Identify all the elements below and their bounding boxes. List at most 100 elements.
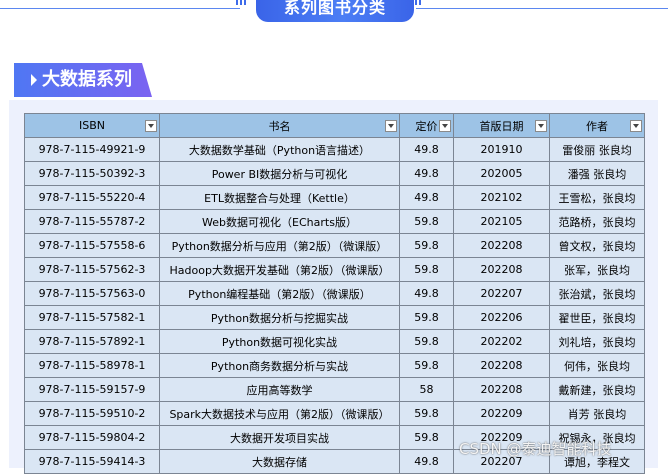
cell-price: 58 (399, 377, 454, 402)
cell-price: 59.8 (399, 401, 454, 426)
cell-price: 59.8 (399, 329, 454, 354)
cell-author: 张治斌，张良均 (549, 281, 645, 306)
cell-title: 大数据数学基础（Python语言描述） (159, 137, 400, 162)
cell-author: 王雪松，张良均 (549, 185, 645, 210)
cell-price: 49.8 (399, 137, 454, 162)
cell-author: 范路桥，张良均 (549, 209, 645, 234)
filter-dropdown-icon[interactable] (385, 120, 397, 132)
cell-title: ETL数据整合与处理（Kettle） (159, 185, 400, 210)
cell-title: 应用高等数学 (159, 377, 400, 402)
cell-author: 曾文权，张良均 (549, 233, 645, 258)
table-row: 978-7-115-55220-4 ETL数据整合与处理（Kettle） 49.8 2… (24, 185, 645, 210)
cell-title: Python编程基础（第2版）（微课版） (159, 281, 400, 306)
cell-price: 49.8 (399, 281, 454, 306)
cell-price: 59.8 (399, 257, 454, 282)
cell-price: 59.8 (399, 305, 454, 330)
cell-title: Python商务数据分析与实战 (159, 353, 400, 378)
cell-title: Hadoop大数据开发基础（第2版）（微课版） (159, 257, 400, 282)
cell-title: Python数据分析与应用（第2版）（微课版） (159, 233, 400, 258)
cell-title: Python数据分析与挖掘实战 (159, 305, 400, 330)
triangle-right-icon (31, 74, 37, 86)
cell-price: 59.8 (399, 353, 454, 378)
cell-title: Power BI数据分析与可视化 (159, 161, 400, 186)
section-title: 大数据系列 (42, 69, 132, 90)
cell-price: 49.8 (399, 185, 454, 210)
cell-isbn: 978-7-115-57892-1 (24, 329, 160, 354)
cell-isbn: 978-7-115-59804-2 (24, 425, 160, 450)
cell-author: 翟世臣，张良均 (549, 305, 645, 330)
series-category-banner: 系列图书分类 (256, 0, 414, 22)
table-row: 978-7-115-55787-2 Web数据可视化（ECharts版） 59.8 2… (24, 209, 645, 234)
column-header-label: 书名 (268, 119, 291, 133)
cell-author: 潘强 张良均 (549, 161, 645, 186)
column-header-title: 书名 (159, 113, 400, 138)
table-row: 978-7-115-57562-3 Hadoop大数据开发基础（第2版）（微课版）… (24, 257, 645, 282)
cell-first-edition-date: 201910 (453, 137, 550, 162)
cell-first-edition-date: 202208 (453, 257, 550, 282)
table-header-row: ISBN 书名 定价 首版日期 作者 (24, 113, 645, 138)
cell-first-edition-date: 202206 (453, 305, 550, 330)
cell-price: 59.8 (399, 425, 454, 450)
book-table: ISBN 书名 定价 首版日期 作者 978-7-115-49921-9 大数据数学基础（… (24, 113, 645, 474)
filter-dropdown-icon[interactable] (630, 120, 642, 132)
cell-title: Web数据可视化（ECharts版） (159, 209, 400, 234)
cell-first-edition-date: 202202 (453, 329, 550, 354)
banner-dots-left (236, 0, 250, 6)
table-row: 978-7-115-49921-9 大数据数学基础（Python语言描述） 49.8… (24, 137, 645, 162)
column-header-isbn: ISBN (24, 113, 160, 138)
table-row: 978-7-115-50392-3 Power BI数据分析与可视化 49.8 202… (24, 161, 645, 186)
section-tab-big-data: 大数据系列 (14, 63, 152, 97)
filter-dropdown-icon[interactable] (535, 120, 547, 132)
cell-isbn: 978-7-115-59414-3 (24, 449, 160, 474)
filter-dropdown-icon[interactable] (145, 120, 157, 132)
cell-isbn: 978-7-115-55787-2 (24, 209, 160, 234)
cell-author: 雷俊丽 张良均 (549, 137, 645, 162)
cell-isbn: 978-7-115-58978-1 (24, 353, 160, 378)
cell-author: 肖芳 张良均 (549, 401, 645, 426)
cell-author: 刘礼培，张良均 (549, 329, 645, 354)
cell-first-edition-date: 202208 (453, 233, 550, 258)
cell-isbn: 978-7-115-57558-6 (24, 233, 160, 258)
cell-price: 59.8 (399, 209, 454, 234)
cell-first-edition-date: 202102 (453, 185, 550, 210)
cell-title: 大数据存储 (159, 449, 400, 474)
column-header-label: 作者 (586, 119, 608, 133)
column-header-label: ISBN (78, 119, 105, 132)
cell-price: 59.8 (399, 233, 454, 258)
cell-first-edition-date: 202209 (453, 401, 550, 426)
table-row: 978-7-115-57582-1 Python数据分析与挖掘实战 59.8 2022… (24, 305, 645, 330)
cell-isbn: 978-7-115-57563-0 (24, 281, 160, 306)
watermark: CSDN @泰迪智能科技 (459, 440, 612, 458)
cell-title: 大数据开发项目实战 (159, 425, 400, 450)
banner-line-left (0, 8, 240, 9)
table-row: 978-7-115-57563-0 Python编程基础（第2版）（微课版） 49.… (24, 281, 645, 306)
table-row: 978-7-115-59157-9 应用高等数学 58 202208 戴新建，张良均 (24, 377, 645, 402)
cell-isbn: 978-7-115-59510-2 (24, 401, 160, 426)
table-row: 978-7-115-59510-2 Spark大数据技术与应用（第2版）（微课版）… (24, 401, 645, 426)
cell-isbn: 978-7-115-55220-4 (24, 185, 160, 210)
cell-first-edition-date: 202207 (453, 281, 550, 306)
cell-author: 何伟，张良均 (549, 353, 645, 378)
cell-author: 戴新建，张良均 (549, 377, 645, 402)
cell-title: Spark大数据技术与应用（第2版）（微课版） (159, 401, 400, 426)
cell-isbn: 978-7-115-59157-9 (24, 377, 160, 402)
cell-isbn: 978-7-115-50392-3 (24, 161, 160, 186)
cell-isbn: 978-7-115-57582-1 (24, 305, 160, 330)
table-row: 978-7-115-57892-1 Python数据可视化实战 59.8 202202… (24, 329, 645, 354)
banner-line-right (416, 8, 668, 9)
column-header-label: 首版日期 (479, 119, 524, 133)
cell-title: Python数据可视化实战 (159, 329, 400, 354)
table-row: 978-7-115-58978-1 Python商务数据分析与实战 59.8 2022… (24, 353, 645, 378)
cell-isbn: 978-7-115-57562-3 (24, 257, 160, 282)
column-header-first-edition-date: 首版日期 (453, 113, 550, 138)
column-header-author: 作者 (549, 113, 645, 138)
cell-price: 49.8 (399, 449, 454, 474)
column-header-label: 定价 (415, 119, 438, 133)
cell-first-edition-date: 202005 (453, 161, 550, 186)
cell-first-edition-date: 202208 (453, 353, 550, 378)
cell-author: 张军，张良均 (549, 257, 645, 282)
filter-dropdown-icon[interactable] (439, 120, 451, 132)
cell-isbn: 978-7-115-49921-9 (24, 137, 160, 162)
column-header-price: 定价 (399, 113, 454, 138)
cell-price: 49.8 (399, 161, 454, 186)
